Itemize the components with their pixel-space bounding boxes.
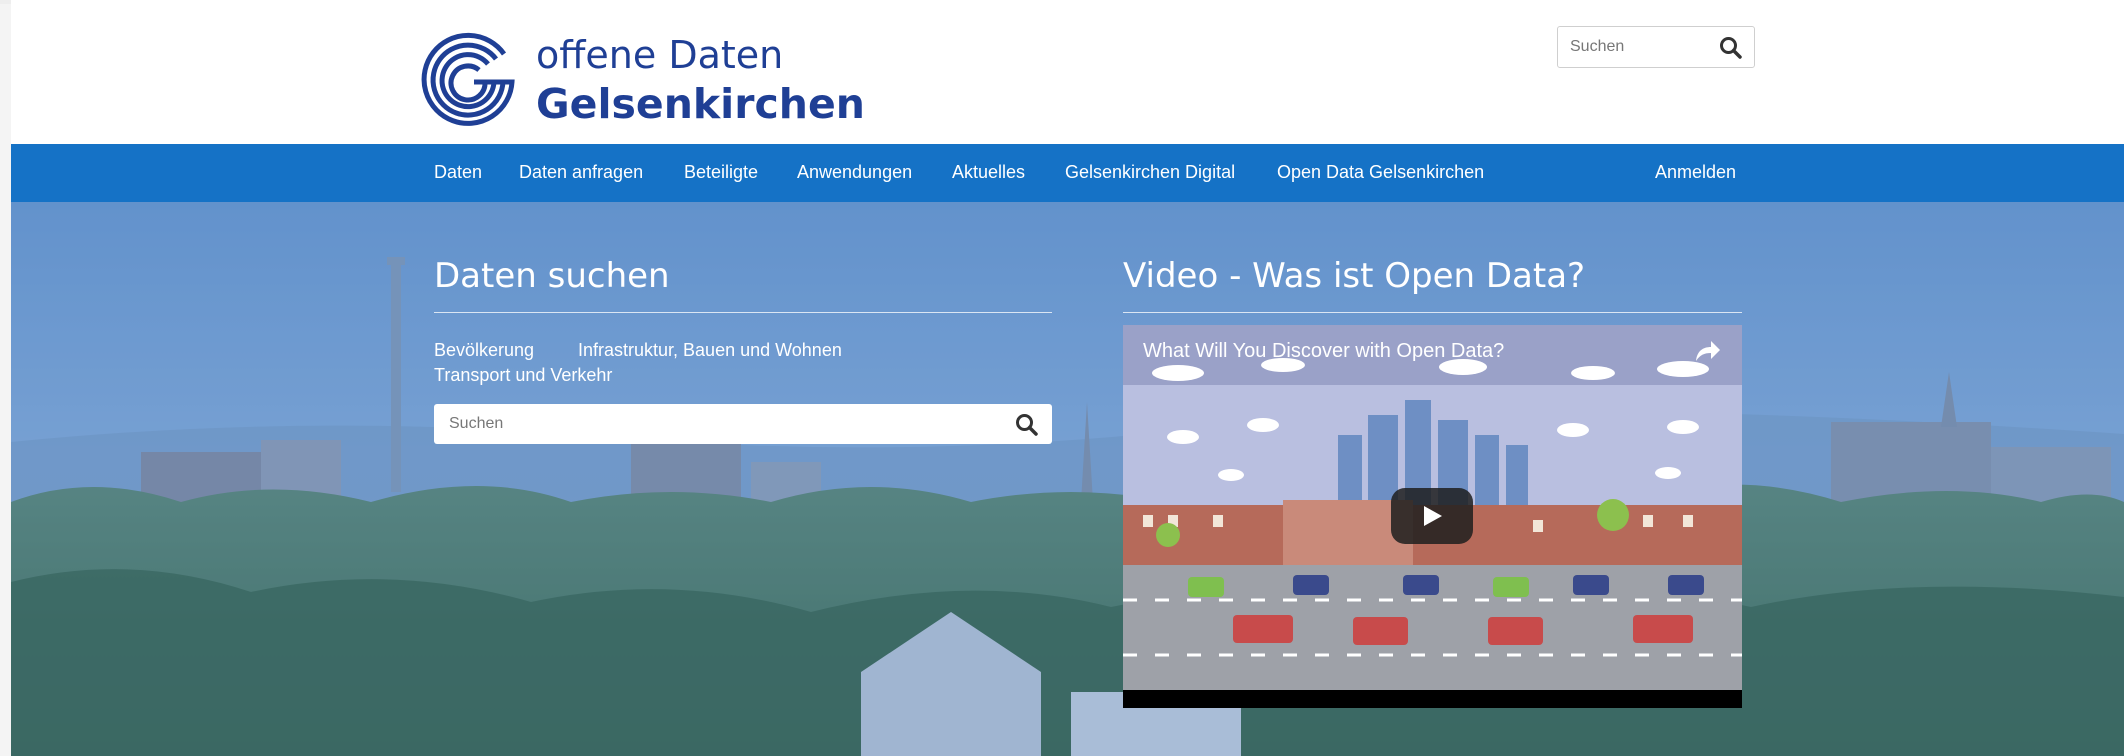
- play-button[interactable]: [1391, 488, 1473, 544]
- nav-item-gelsenkirchen-digital[interactable]: Gelsenkirchen Digital: [1065, 162, 1235, 183]
- share-icon[interactable]: [1692, 339, 1722, 365]
- page: offene Daten Gelsenkirchen Daten Daten a…: [11, 0, 2124, 756]
- search-section-divider: [434, 312, 1052, 313]
- data-search-box: [434, 404, 1052, 444]
- nav-item-daten-anfragen[interactable]: Daten anfragen: [519, 162, 643, 183]
- nav-item-aktuelles[interactable]: Aktuelles: [952, 162, 1025, 183]
- video-player[interactable]: What Will You Discover with Open Data?: [1123, 325, 1742, 708]
- video-title: What Will You Discover with Open Data?: [1143, 340, 1505, 362]
- play-icon: [1424, 506, 1442, 526]
- search-icon[interactable]: [1014, 412, 1040, 438]
- site-header: offene Daten Gelsenkirchen: [11, 4, 2124, 144]
- logo-text-line2: Gelsenkirchen: [536, 80, 865, 128]
- site-logo[interactable]: offene Daten Gelsenkirchen: [416, 28, 865, 138]
- search-section-title: Daten suchen: [434, 256, 670, 296]
- search-icon[interactable]: [1718, 35, 1744, 61]
- nav-item-open-data-gelsenkirchen[interactable]: Open Data Gelsenkirchen: [1277, 162, 1484, 183]
- nav-item-login[interactable]: Anmelden: [1655, 162, 1736, 183]
- topic-link-infrastruktur[interactable]: Infrastruktur, Bauen und Wohnen: [578, 340, 842, 361]
- hero-overlay: [11, 202, 2124, 756]
- nav-item-beteiligte[interactable]: Beteiligte: [684, 162, 758, 183]
- data-search-input[interactable]: [449, 413, 969, 435]
- nav-item-anwendungen[interactable]: Anwendungen: [797, 162, 912, 183]
- header-search-input[interactable]: [1570, 36, 1710, 58]
- nav-item-daten[interactable]: Daten: [434, 162, 482, 183]
- gelsenkirchen-logo-icon: [421, 32, 515, 126]
- hero-section: Daten suchen Bevölkerung Infrastruktur, …: [11, 202, 2124, 756]
- topic-link-transport[interactable]: Transport und Verkehr: [434, 365, 612, 386]
- video-section-title: Video - Was ist Open Data?: [1123, 256, 1586, 296]
- main-navigation: Daten Daten anfragen Beteiligte Anwendun…: [11, 144, 2124, 202]
- topic-link-bevoelkerung[interactable]: Bevölkerung: [434, 340, 534, 361]
- video-section-divider: [1123, 312, 1742, 313]
- header-search-box: [1557, 26, 1755, 68]
- logo-text-line1: offene Daten: [536, 33, 784, 77]
